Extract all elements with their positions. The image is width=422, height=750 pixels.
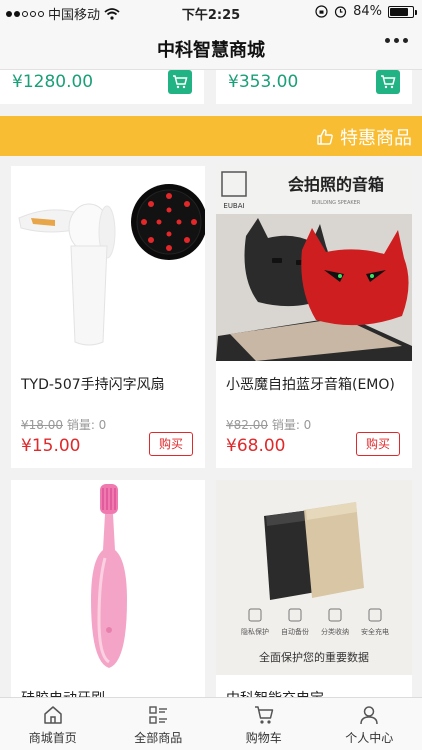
product-card[interactable]: EUBAI 会拍照的音箱 BUILDING SPEAKER 小恶魔自拍蓝牙音箱(… (216, 166, 412, 468)
cart-icon (173, 75, 188, 89)
tab-profile[interactable]: 个人中心 (317, 698, 422, 750)
product-name: 中科智能充电宝 (226, 688, 406, 697)
power-bank-image: 隐私保护 自动备份 分类收纳 安全充电 全面保护您的重要数据 (216, 480, 412, 675)
speaker-image: EUBAI 会拍照的音箱 BUILDING SPEAKER (216, 166, 412, 361)
feature-label: 自动备份 (281, 627, 309, 636)
product-image[interactable] (11, 166, 205, 361)
image-headline: 会拍照的音箱 (288, 175, 384, 194)
buy-button[interactable]: 购买 (149, 432, 193, 456)
section-title: 特惠商品 (340, 128, 412, 149)
thumbs-up-icon (317, 129, 333, 145)
section-banner: 特惠商品 (0, 116, 422, 156)
original-price: ¥18.00 (21, 418, 63, 432)
product-card[interactable]: 隐私保护 自动备份 分类收纳 安全充电 全面保护您的重要数据 中科智能充电宝 (216, 480, 412, 697)
tab-all-products[interactable]: 全部商品 (106, 698, 212, 750)
product-price: ¥68.00 (226, 436, 286, 456)
product-name: 小恶魔自拍蓝牙音箱(EMO) (226, 377, 395, 393)
cart-icon (254, 706, 273, 724)
product-card[interactable]: TYD-507手持闪字风扇 ¥18.00 销量: 0 ¥15.00 购买 (11, 166, 205, 468)
user-icon (360, 706, 378, 725)
cart-icon (381, 75, 396, 89)
product-card[interactable]: 硅胶电动牙刷 (11, 480, 205, 697)
product-name: TYD-507手持闪字风扇 (21, 377, 165, 393)
product-price: ¥15.00 (21, 436, 81, 456)
page-title: 中科智慧商城 (157, 40, 265, 61)
alarm-icon (334, 6, 347, 18)
brand-text: EUBAI (223, 202, 244, 210)
feature-label: 隐私保护 (241, 627, 269, 636)
fan-image (11, 166, 205, 361)
product-image[interactable] (11, 480, 205, 675)
add-to-cart-button[interactable] (376, 70, 400, 94)
image-tagline: BUILDING SPEAKER (312, 200, 361, 206)
battery-percent: 84% (353, 4, 382, 19)
feature-label: 分类收纳 (321, 627, 349, 636)
image-caption: 全面保护您的重要数据 (259, 650, 369, 664)
toothbrush-image (11, 480, 205, 675)
product-name: 硅胶电动牙刷 (21, 688, 199, 697)
sales-count: 销量: 0 (271, 418, 312, 432)
tab-bar: 商城首页 全部商品 购物车 个人中心 (0, 697, 422, 750)
tab-label: 购物车 (245, 731, 282, 745)
original-price: ¥82.00 (226, 418, 268, 432)
tab-cart[interactable]: 购物车 (211, 698, 317, 750)
product-card-partial-left[interactable]: ¥1280.00 (0, 70, 204, 104)
product-card-partial-right[interactable]: ¥353.00 (216, 70, 412, 104)
product-price: ¥1280.00 (12, 72, 94, 92)
nav-bar: 中科智慧商城 (0, 24, 422, 70)
add-to-cart-button[interactable] (168, 70, 192, 94)
buy-button[interactable]: 购买 (356, 432, 400, 456)
list-icon (149, 706, 168, 724)
tab-label: 个人中心 (345, 731, 394, 745)
home-icon (44, 706, 62, 724)
rotation-lock-icon (315, 5, 328, 18)
product-image[interactable]: EUBAI 会拍照的音箱 BUILDING SPEAKER (216, 166, 412, 361)
status-bar: 中国移动 下午2:25 84% (0, 0, 422, 24)
product-image[interactable]: 隐私保护 自动备份 分类收纳 安全充电 全面保护您的重要数据 (216, 480, 412, 675)
tab-label: 全部商品 (134, 731, 183, 745)
feature-label: 安全充电 (361, 627, 389, 636)
battery-icon (388, 5, 417, 18)
status-right: 84% (315, 4, 417, 19)
tab-label: 商城首页 (28, 731, 77, 745)
tab-home[interactable]: 商城首页 (0, 698, 106, 750)
sales-count: 销量: 0 (66, 418, 107, 432)
more-menu-button[interactable] (385, 38, 408, 43)
product-price: ¥353.00 (228, 72, 299, 92)
